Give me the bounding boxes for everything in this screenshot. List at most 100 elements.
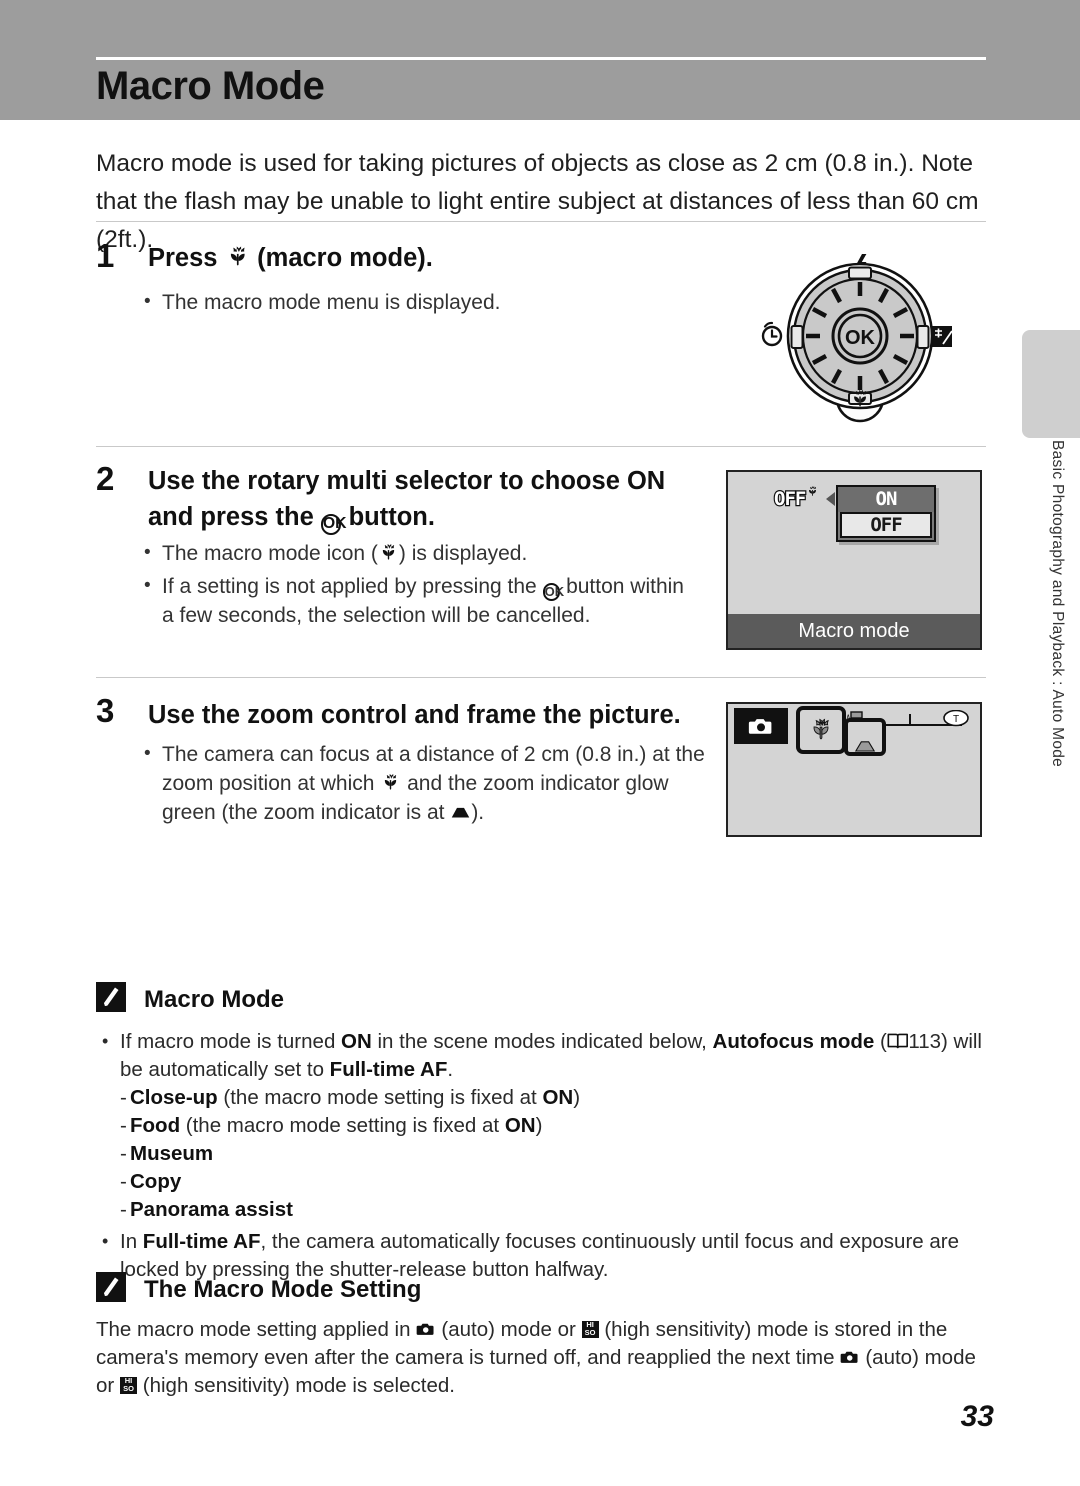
macro-tulip-icon-chip — [796, 706, 846, 754]
high-sensitivity-icon-1: HI SO — [581, 1320, 599, 1338]
note-1-b1-t2: in the scene modes indicated below, — [371, 1030, 713, 1053]
ok-button-icon-inline: OK — [542, 583, 565, 601]
header-divider-rule — [96, 57, 986, 60]
page-title: Macro Mode — [96, 64, 325, 108]
note-1-b1-fulltimeaf: Full-time AF — [329, 1058, 448, 1081]
macro-tulip-icon-inline — [378, 542, 399, 563]
lcd-macro-mode-menu: OFF ON OFF Macro mode — [726, 470, 982, 650]
auto-camera-icon — [748, 719, 772, 734]
step-2-number: 2 — [96, 460, 115, 497]
step-1-number: 1 — [96, 237, 115, 274]
lcd-shooting-display: W T — [726, 702, 982, 837]
note-2-p2: (auto) mode or — [435, 1318, 582, 1341]
step-2-heading: Use the rotary multi selector to choose … — [148, 463, 708, 535]
section-divider-3 — [96, 677, 986, 678]
step-2-bullet-1-pre: The macro mode icon ( — [162, 542, 378, 565]
high-sensitivity-icon-2: HI SO — [119, 1376, 138, 1394]
note-1-sub-museum-label: Museum — [130, 1142, 214, 1165]
menu-pointer-icon — [826, 492, 835, 506]
dial-ok-label: OK — [845, 327, 876, 349]
note-1-sub-food-rest2: ) — [535, 1114, 543, 1137]
note-1-sub-food-on: ON — [504, 1114, 536, 1137]
note-1-sub-closeup-rest2: ) — [573, 1086, 581, 1109]
reference-book-icon — [887, 1032, 909, 1049]
note-1-b2-t0: In — [120, 1230, 143, 1253]
step-2-bullet-2-pre: If a setting is not applied by pressing … — [162, 575, 543, 598]
note-title-1: Macro Mode — [144, 986, 285, 1013]
note-pencil-icon-1 — [96, 982, 126, 1012]
section-divider-1 — [96, 221, 986, 222]
page-number: 33 — [960, 1400, 994, 1433]
chapter-tab — [1022, 330, 1080, 438]
note-1-b1-paren: ( — [874, 1030, 887, 1053]
lcd-caption-macro-mode: Macro mode — [728, 614, 980, 648]
note-1-b1-on: ON — [341, 1030, 372, 1053]
note-1-bullet-1: If macro mode is turned ON in the scene … — [96, 1027, 986, 1084]
chapter-tab-label: Basic Photography and Playback : Auto Mo… — [1049, 440, 1066, 768]
lcd-status-bar: W T — [728, 704, 980, 756]
macro-tulip-icon — [225, 244, 251, 270]
step-1-heading: Press (macro mode). — [148, 240, 668, 276]
note-1-sub-museum: Museum — [96, 1140, 986, 1168]
macro-option-off[interactable]: OFF — [840, 512, 932, 538]
lcd-off-text: OFF — [773, 487, 808, 511]
exposure-compensation-icon — [931, 326, 953, 347]
note-title-2: The Macro Mode Setting — [144, 1276, 422, 1303]
note-body-1: If macro mode is turned ON in the scene … — [96, 1027, 986, 1284]
note-1-b1-t0: If macro mode is turned — [120, 1030, 342, 1053]
step-3-heading: Use the zoom control and frame the pictu… — [148, 701, 681, 729]
note-1-sub-closeup-label: Close-up — [130, 1086, 218, 1109]
note-2-p1: The macro mode setting applied in — [96, 1318, 417, 1341]
note-1-sub-copy: Copy — [96, 1168, 986, 1196]
macro-tulip-icon-display — [813, 718, 829, 740]
section-divider-2 — [96, 446, 986, 447]
step-2-bullet-1-post: ) is displayed. — [398, 542, 528, 565]
step-2-heading-on: ON — [626, 467, 666, 495]
step-3-number: 3 — [96, 692, 115, 729]
note-pencil-icon-2 — [96, 1272, 126, 1302]
self-timer-icon — [761, 321, 783, 347]
note-1-b1-period: . — [447, 1058, 454, 1081]
zoom-wide-angle-icon — [450, 806, 471, 819]
note-1-sub-panorama-label: Panorama assist — [130, 1198, 293, 1221]
step-2-heading-line2-pre: and press the — [148, 503, 321, 531]
step-1-bullets: The macro mode menu is displayed. — [136, 287, 656, 321]
page-header-band: Macro Mode — [0, 0, 1080, 120]
note-2-paragraph: The macro mode setting applied in (auto)… — [96, 1316, 986, 1400]
note-1-sub-food: Food (the macro mode setting is fixed at… — [96, 1112, 986, 1140]
note-body-2: The macro mode setting applied in (auto)… — [96, 1316, 986, 1400]
macro-option-on[interactable]: ON — [838, 487, 934, 512]
auto-camera-icon-inline-1 — [416, 1321, 435, 1337]
step-2-bullet-1: The macro mode icon ( ) is displayed. — [136, 538, 696, 568]
note-1-sub-copy-label: Copy — [130, 1170, 182, 1193]
auto-camera-icon-inline-2 — [840, 1349, 859, 1365]
step-2-heading-line2-post: button. — [341, 503, 435, 531]
macro-tulip-icon-inline-2 — [380, 772, 401, 793]
note-1-sub-food-label: Food — [130, 1114, 181, 1137]
note-1-sub-panorama: Panorama assist — [96, 1196, 986, 1224]
note-1-sub-closeup-on: ON — [542, 1086, 574, 1109]
step-2-heading-line1-pre: Use the rotary multi selector to choose — [148, 467, 627, 495]
step-3-bullet-1: The camera can focus at a distance of 2 … — [136, 739, 706, 827]
zoom-tele-label: T — [953, 714, 959, 725]
note-1-b2-fulltimeaf: Full-time AF — [142, 1230, 261, 1253]
note-1-sub-food-rest: (the macro mode setting is fixed at — [180, 1114, 505, 1137]
auto-camera-icon-chip — [734, 708, 788, 744]
step-3-bullet-p3: ). — [471, 801, 485, 824]
macro-tulip-icon-lcd — [806, 485, 819, 498]
note-1-b1-autofocus: Autofocus mode — [712, 1030, 875, 1053]
step-3-bullets: The camera can focus at a distance of 2 … — [136, 739, 706, 831]
step-2-bullet-2: If a setting is not applied by pressing … — [136, 571, 696, 630]
step-1-heading-post: (macro mode). — [250, 244, 433, 272]
step-1-heading-pre: Press — [148, 244, 225, 272]
zoom-wide-position-marker — [844, 718, 886, 756]
step-2-bullets: The macro mode icon ( ) is displayed. If … — [136, 538, 696, 634]
zoom-wide-angle-icon-display — [854, 741, 876, 752]
macro-mode-option-list[interactable]: ON OFF — [836, 485, 936, 542]
lcd-macro-current-indicator: OFF — [773, 485, 819, 511]
note-2-p5: (high sensitivity) mode is selected. — [137, 1374, 455, 1397]
rotary-multi-selector-figure: OK — [745, 248, 975, 428]
note-1-sub-closeup-rest: (the macro mode setting is fixed at — [217, 1086, 543, 1109]
ok-button-icon: OK — [320, 514, 347, 535]
note-1-sub-closeup: Close-up (the macro mode setting is fixe… — [96, 1084, 986, 1112]
